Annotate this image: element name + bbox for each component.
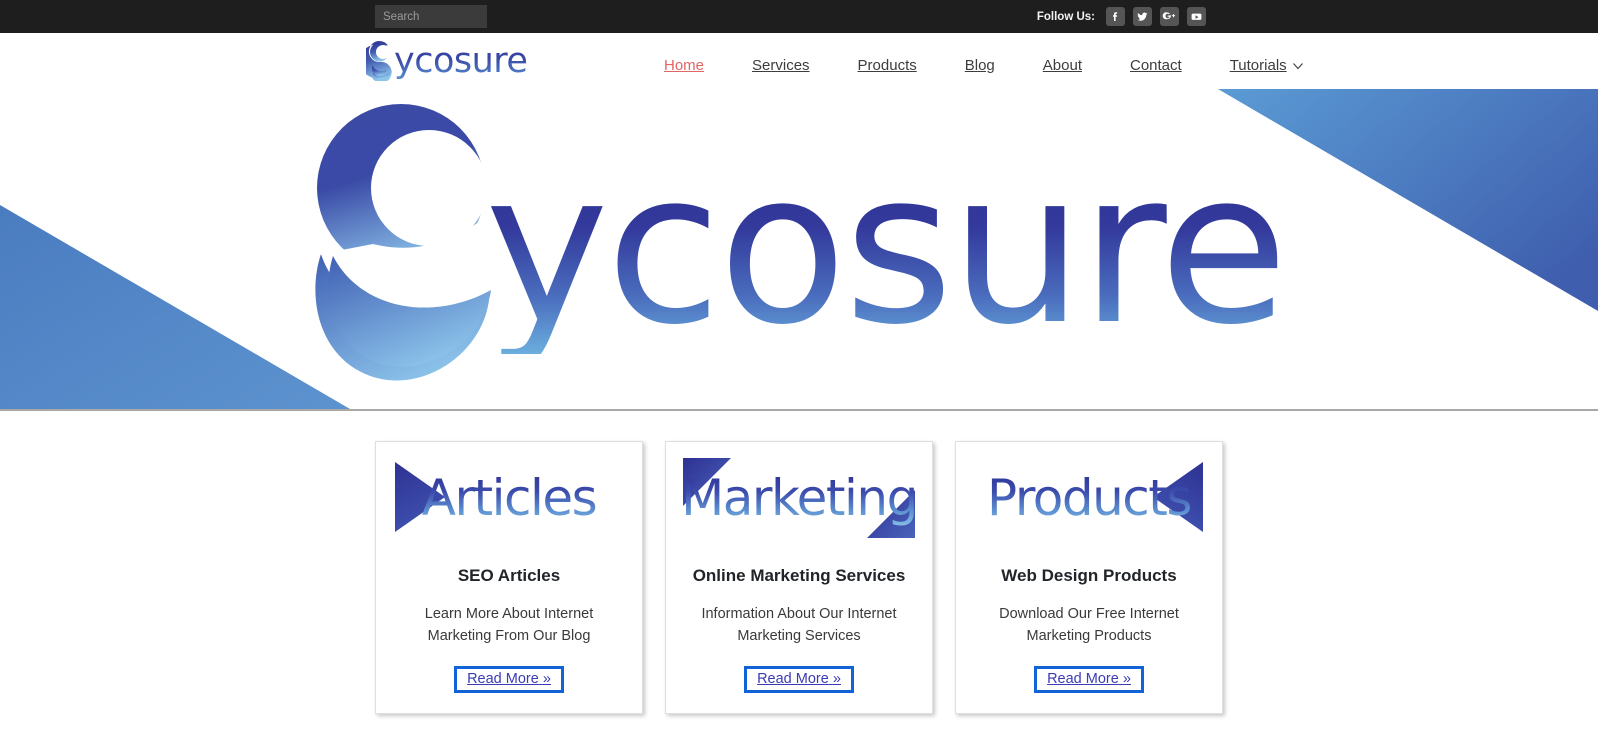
read-more-link[interactable]: Read More » bbox=[454, 666, 564, 693]
feature-card-articles[interactable]: Articles SEO Articles Learn More About I… bbox=[375, 441, 643, 714]
site-header: ycosure Home Services Products Blog Abou… bbox=[0, 33, 1598, 89]
card-cta-wrap: Read More » bbox=[968, 666, 1210, 693]
search-input[interactable] bbox=[375, 5, 487, 28]
card-title: Web Design Products bbox=[1001, 566, 1177, 585]
read-more-chevron: » bbox=[832, 671, 841, 687]
nav-item-services[interactable]: Services bbox=[728, 57, 834, 74]
nav-item-about[interactable]: About bbox=[1019, 57, 1106, 74]
chevron-down-icon bbox=[1292, 62, 1303, 69]
site-logo[interactable]: ycosure bbox=[366, 35, 528, 87]
hero-triangle-bottom-left bbox=[0, 205, 350, 409]
follow-us-label: Follow Us: bbox=[1036, 10, 1095, 23]
feature-card-products[interactable]: Products Web Design Products Download Ou… bbox=[955, 441, 1223, 714]
read-more-link[interactable]: Read More » bbox=[1034, 666, 1144, 693]
read-more-chevron: » bbox=[542, 671, 551, 687]
card-title: Online Marketing Services bbox=[692, 566, 906, 585]
feature-cards: Articles SEO Articles Learn More About I… bbox=[0, 411, 1598, 714]
card-cta-wrap: Read More » bbox=[388, 666, 630, 693]
youtube-icon[interactable] bbox=[1187, 7, 1206, 26]
card-image-word: Articles bbox=[421, 469, 598, 527]
read-more-label: Read More bbox=[757, 671, 829, 687]
nav-item-tutorials[interactable]: Tutorials bbox=[1206, 57, 1327, 74]
read-more-label: Read More bbox=[467, 671, 539, 687]
nav-item-products[interactable]: Products bbox=[834, 57, 941, 74]
card-image-articles: Articles bbox=[388, 452, 630, 544]
card-cta-wrap: Read More » bbox=[678, 666, 920, 693]
card-description: Information About Our Internet Marketing… bbox=[701, 606, 897, 644]
card-image-marketing: Marketing bbox=[678, 452, 920, 544]
card-title: SEO Articles bbox=[457, 566, 561, 585]
follow-us-group: Follow Us: bbox=[1037, 0, 1206, 33]
card-description: Learn More About Internet Marketing From… bbox=[424, 606, 594, 644]
main-navigation: Home Services Products Blog About Contac… bbox=[640, 33, 1327, 89]
nav-item-contact[interactable]: Contact bbox=[1106, 57, 1206, 74]
card-image-word: Marketing bbox=[681, 469, 918, 527]
read-more-label: Read More bbox=[1047, 671, 1119, 687]
nav-item-blog[interactable]: Blog bbox=[941, 57, 1019, 74]
facebook-icon[interactable] bbox=[1106, 7, 1125, 26]
hero-wordmark: ycosure bbox=[484, 126, 1289, 371]
card-image-word: Products bbox=[987, 469, 1192, 527]
nav-item-tutorials-label: Tutorials bbox=[1229, 56, 1287, 74]
card-description: Download Our Free Internet Marketing Pro… bbox=[999, 606, 1179, 644]
logo-wordmark: ycosure bbox=[394, 41, 528, 81]
card-image-products: Products bbox=[968, 452, 1210, 544]
hero-banner: ycosure bbox=[0, 89, 1598, 411]
top-bar: Follow Us: bbox=[0, 0, 1598, 33]
twitter-icon[interactable] bbox=[1133, 7, 1152, 26]
feature-card-marketing[interactable]: Marketing Online Marketing Services Info… bbox=[665, 441, 933, 714]
hero-triangle-top-right bbox=[1218, 89, 1598, 311]
google-plus-icon[interactable] bbox=[1160, 7, 1179, 26]
read-more-link[interactable]: Read More » bbox=[744, 666, 854, 693]
read-more-chevron: » bbox=[1122, 671, 1131, 687]
nav-item-home[interactable]: Home bbox=[640, 57, 728, 74]
